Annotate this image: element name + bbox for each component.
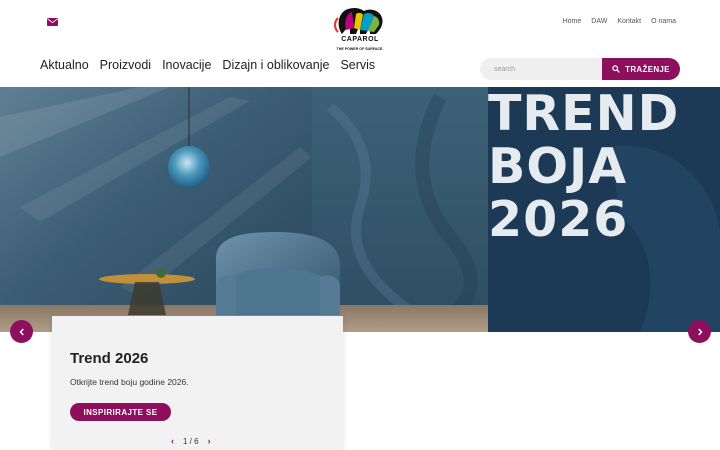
nav-item-aktualno[interactable]: Aktualno <box>40 58 89 72</box>
top-link-o-nama[interactable]: O nama <box>651 18 676 25</box>
chevron-right-icon <box>697 327 703 336</box>
hero-headline: TREND BOJA 2026 <box>488 87 720 246</box>
top-link-daw[interactable]: DAW <box>591 18 607 25</box>
mail-icon[interactable] <box>47 17 58 27</box>
search-input[interactable] <box>480 58 604 80</box>
search-icon <box>612 65 621 73</box>
search-button-label: TRAŽENJE <box>625 64 670 74</box>
top-links: Home DAW Kontakt O nama <box>563 18 676 25</box>
top-link-home[interactable]: Home <box>563 18 582 25</box>
nav-item-servis[interactable]: Servis <box>340 58 375 72</box>
brand-logo[interactable]: CAPAROL THE POWER OF SURFACE. <box>330 6 390 56</box>
nav-item-dizajn[interactable]: Dizajn i oblikovanje <box>222 58 329 72</box>
brand-name: CAPAROL <box>341 36 379 43</box>
hero-banner[interactable]: TREND BOJA 2026 <box>0 87 720 332</box>
nav-item-inovacije[interactable]: Inovacije <box>162 58 211 72</box>
chevron-left-icon <box>18 327 24 336</box>
pager-prev-icon[interactable]: ‹ <box>171 436 174 446</box>
main-nav: Aktualno Proizvodi Inovacije Dizajn i ob… <box>40 58 375 72</box>
slide-text: Otkrijte trend boju godine 2026. <box>70 377 189 387</box>
hero-line-2: BOJA <box>488 138 628 195</box>
hero-line-3: 2026 <box>488 191 629 248</box>
pager-next-icon[interactable]: › <box>208 436 211 446</box>
brand-tagline: THE POWER OF SURFACE. <box>336 47 384 51</box>
top-link-kontakt[interactable]: Kontakt <box>617 18 641 25</box>
search-button[interactable]: TRAŽENJE <box>602 58 680 80</box>
slide-card: Trend 2026 Otkrijte trend boju godine 20… <box>52 316 343 450</box>
elephant-logo-icon <box>333 7 383 34</box>
slider-next-button[interactable] <box>688 320 711 343</box>
slide-title: Trend 2026 <box>70 350 149 367</box>
pager-label: 1 / 6 <box>183 436 199 446</box>
hero-line-1: TREND <box>488 87 680 142</box>
inspire-button[interactable]: INSPIRIRAJTE SE <box>70 403 171 421</box>
slide-pager: ‹ 1 / 6 › <box>171 436 211 446</box>
nav-item-proizvodi[interactable]: Proizvodi <box>100 58 151 72</box>
slider-prev-button[interactable] <box>10 320 33 343</box>
page: CAPAROL THE POWER OF SURFACE. Home DAW K… <box>0 0 720 450</box>
